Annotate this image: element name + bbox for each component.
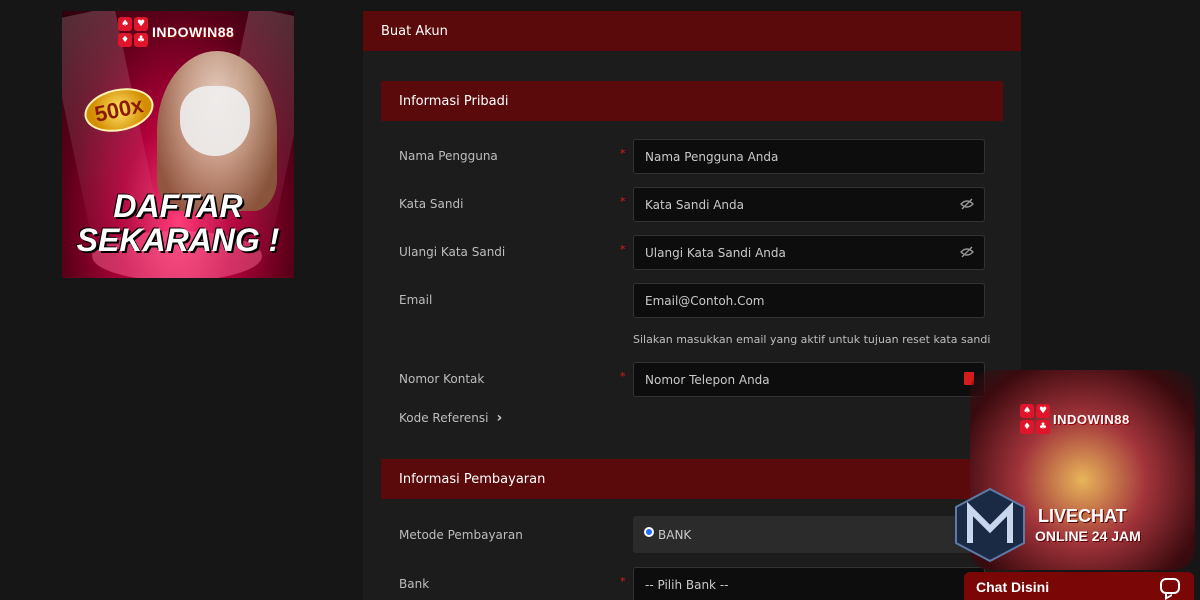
radio-selected-icon[interactable] <box>644 526 654 537</box>
referral-toggle[interactable]: Kode Referensi › <box>399 410 502 426</box>
bank-select[interactable]: -- Pilih Bank -- <box>633 567 985 600</box>
cta-line-2: SEKARANG ! <box>76 222 280 258</box>
livechat-line-1: LIVECHAT <box>1038 506 1127 526</box>
chat-bubble-icon <box>1160 578 1180 594</box>
referral-label: Kode Referensi <box>399 411 489 425</box>
livechat-logo: ♠ ♥ ♦ ♣ INDOWIN88 <box>1020 404 1130 434</box>
username-input[interactable]: Nama Pengguna Anda <box>633 139 985 174</box>
required-mark: * <box>620 370 626 383</box>
livechat-line-2: ONLINE 24 JAM <box>1035 528 1141 544</box>
password-label: Kata Sandi <box>399 197 464 211</box>
password-row: Kata Sandi * Kata Sandi Anda <box>399 187 985 222</box>
confirm-password-row: Ulangi Kata Sandi * Ulangi Kata Sandi An… <box>399 235 985 270</box>
username-placeholder: Nama Pengguna Anda <box>645 149 779 164</box>
zeus-beard <box>180 86 250 156</box>
eye-slash-icon[interactable] <box>960 245 974 259</box>
payment-method-option[interactable]: BANK <box>633 516 985 553</box>
phone-input[interactable]: Nomor Telepon Anda <box>633 362 985 397</box>
panel-title: Buat Akun <box>363 11 1021 51</box>
chat-now-button[interactable]: Chat Disini <box>964 572 1194 600</box>
confirm-password-placeholder: Ulangi Kata Sandi Anda <box>645 245 786 260</box>
payment-method-row: Metode Pembayaran BANK <box>399 516 985 553</box>
required-mark: * <box>620 147 626 160</box>
bank-label: Bank <box>399 577 430 591</box>
required-mark: * <box>620 575 626 588</box>
username-label: Nama Pengguna <box>399 149 498 163</box>
logo-text: INDOWIN88 <box>152 24 235 40</box>
banner-cta: DAFTAR SEKARANG ! <box>62 189 294 257</box>
email-row: Email Email@Contoh.Com <box>399 283 985 318</box>
email-input[interactable]: Email@Contoh.Com <box>633 283 985 318</box>
confirm-password-input[interactable]: Ulangi Kata Sandi Anda <box>633 235 985 270</box>
logo-cards-icon: ♠ ♥ ♦ ♣ <box>1020 404 1050 434</box>
livechat-logo-text: INDOWIN88 <box>1053 411 1130 427</box>
livechat-widget[interactable]: ♠ ♥ ♦ ♣ INDOWIN88 LIVECHAT ONLINE 24 JAM <box>950 360 1200 600</box>
brand-logo: ♠ ♥ ♦ ♣ INDOWIN88 <box>118 17 234 47</box>
password-placeholder: Kata Sandi Anda <box>645 197 745 212</box>
register-panel: Buat Akun Informasi Pribadi Nama Penggun… <box>363 11 1021 600</box>
required-mark: * <box>620 243 626 256</box>
promo-banner[interactable]: ♠ ♥ ♦ ♣ INDOWIN88 500x DAFTAR SEKARANG ! <box>62 11 294 278</box>
section-personal-heading: Informasi Pribadi <box>381 81 1003 121</box>
phone-placeholder: Nomor Telepon Anda <box>645 372 770 387</box>
email-hint: Silakan masukkan email yang aktif untuk … <box>633 333 991 346</box>
confirm-password-label: Ulangi Kata Sandi <box>399 245 506 259</box>
chevron-right-icon: › <box>496 410 503 426</box>
email-label: Email <box>399 293 433 307</box>
eye-slash-icon[interactable] <box>960 197 974 211</box>
phone-label: Nomor Kontak <box>399 372 485 386</box>
bank-row: Bank * -- Pilih Bank -- <box>399 567 985 600</box>
email-placeholder: Email@Contoh.Com <box>645 293 765 308</box>
payment-method-value: BANK <box>658 527 692 542</box>
required-mark: * <box>620 195 626 208</box>
password-input[interactable]: Kata Sandi Anda <box>633 187 985 222</box>
cta-line-1: DAFTAR <box>113 188 243 224</box>
payment-method-label: Metode Pembayaran <box>399 528 523 542</box>
section-payment-heading: Informasi Pembayaran <box>381 459 1003 499</box>
username-row: Nama Pengguna * Nama Pengguna Anda <box>399 139 985 174</box>
m-shield-icon <box>955 487 1025 563</box>
phone-row: Nomor Kontak * Nomor Telepon Anda <box>399 362 985 397</box>
logo-cards-icon: ♠ ♥ ♦ ♣ <box>118 17 148 47</box>
chat-button-label: Chat Disini <box>976 579 1050 595</box>
bank-placeholder: -- Pilih Bank -- <box>645 577 729 592</box>
